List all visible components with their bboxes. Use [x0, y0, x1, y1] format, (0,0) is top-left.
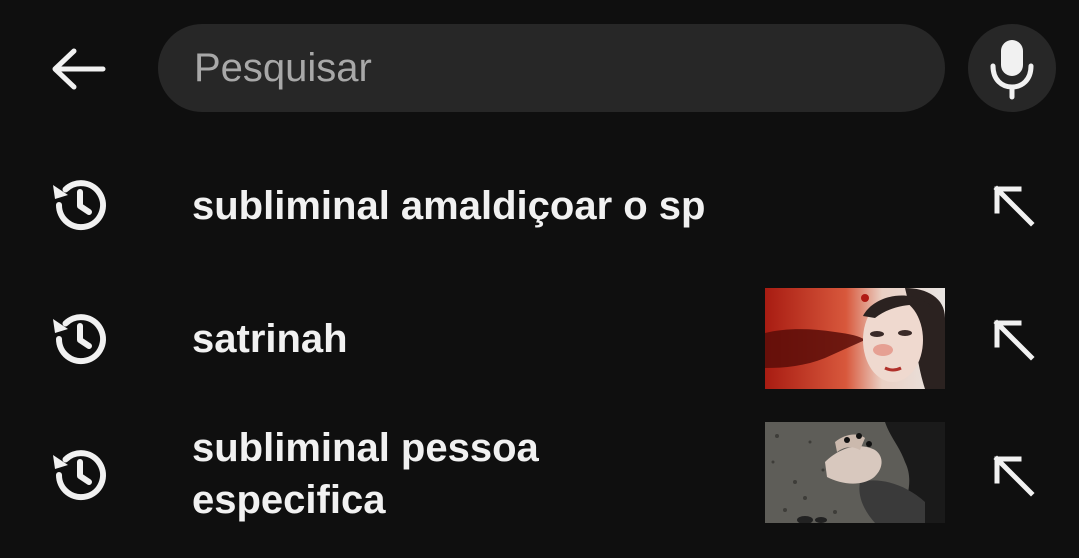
suggestion-thumbnail — [765, 288, 945, 389]
history-icon — [44, 170, 114, 240]
search-header — [0, 0, 1079, 138]
north-west-arrow-icon — [993, 185, 1035, 227]
suggestion-item[interactable]: satrinah — [0, 288, 1079, 389]
voice-search-button[interactable] — [968, 24, 1056, 112]
history-icon — [44, 440, 114, 510]
suggestion-thumbnail — [765, 422, 945, 523]
fill-query-button[interactable] — [978, 440, 1048, 510]
suggestion-text: satrinah — [192, 317, 348, 361]
microphone-icon — [990, 40, 1034, 100]
suggestion-text: subliminal pessoa especifica — [192, 426, 539, 522]
suggestion-text: subliminal amaldiçoar o sp — [192, 184, 706, 228]
search-field[interactable] — [158, 24, 945, 112]
suggestion-item[interactable]: subliminal amaldiçoar o sp — [0, 170, 1079, 240]
fill-query-button[interactable] — [978, 170, 1048, 240]
north-west-arrow-icon — [993, 319, 1035, 361]
back-button[interactable] — [40, 38, 116, 100]
search-screen: subliminal amaldiçoar o sp satrinah — [0, 0, 1079, 558]
north-west-arrow-icon — [993, 455, 1035, 497]
search-input[interactable] — [192, 44, 945, 92]
fill-query-button[interactable] — [978, 304, 1048, 374]
history-icon — [44, 304, 114, 374]
suggestion-item[interactable]: subliminal pessoa especifica — [0, 422, 1079, 523]
arrow-left-icon — [52, 48, 106, 90]
